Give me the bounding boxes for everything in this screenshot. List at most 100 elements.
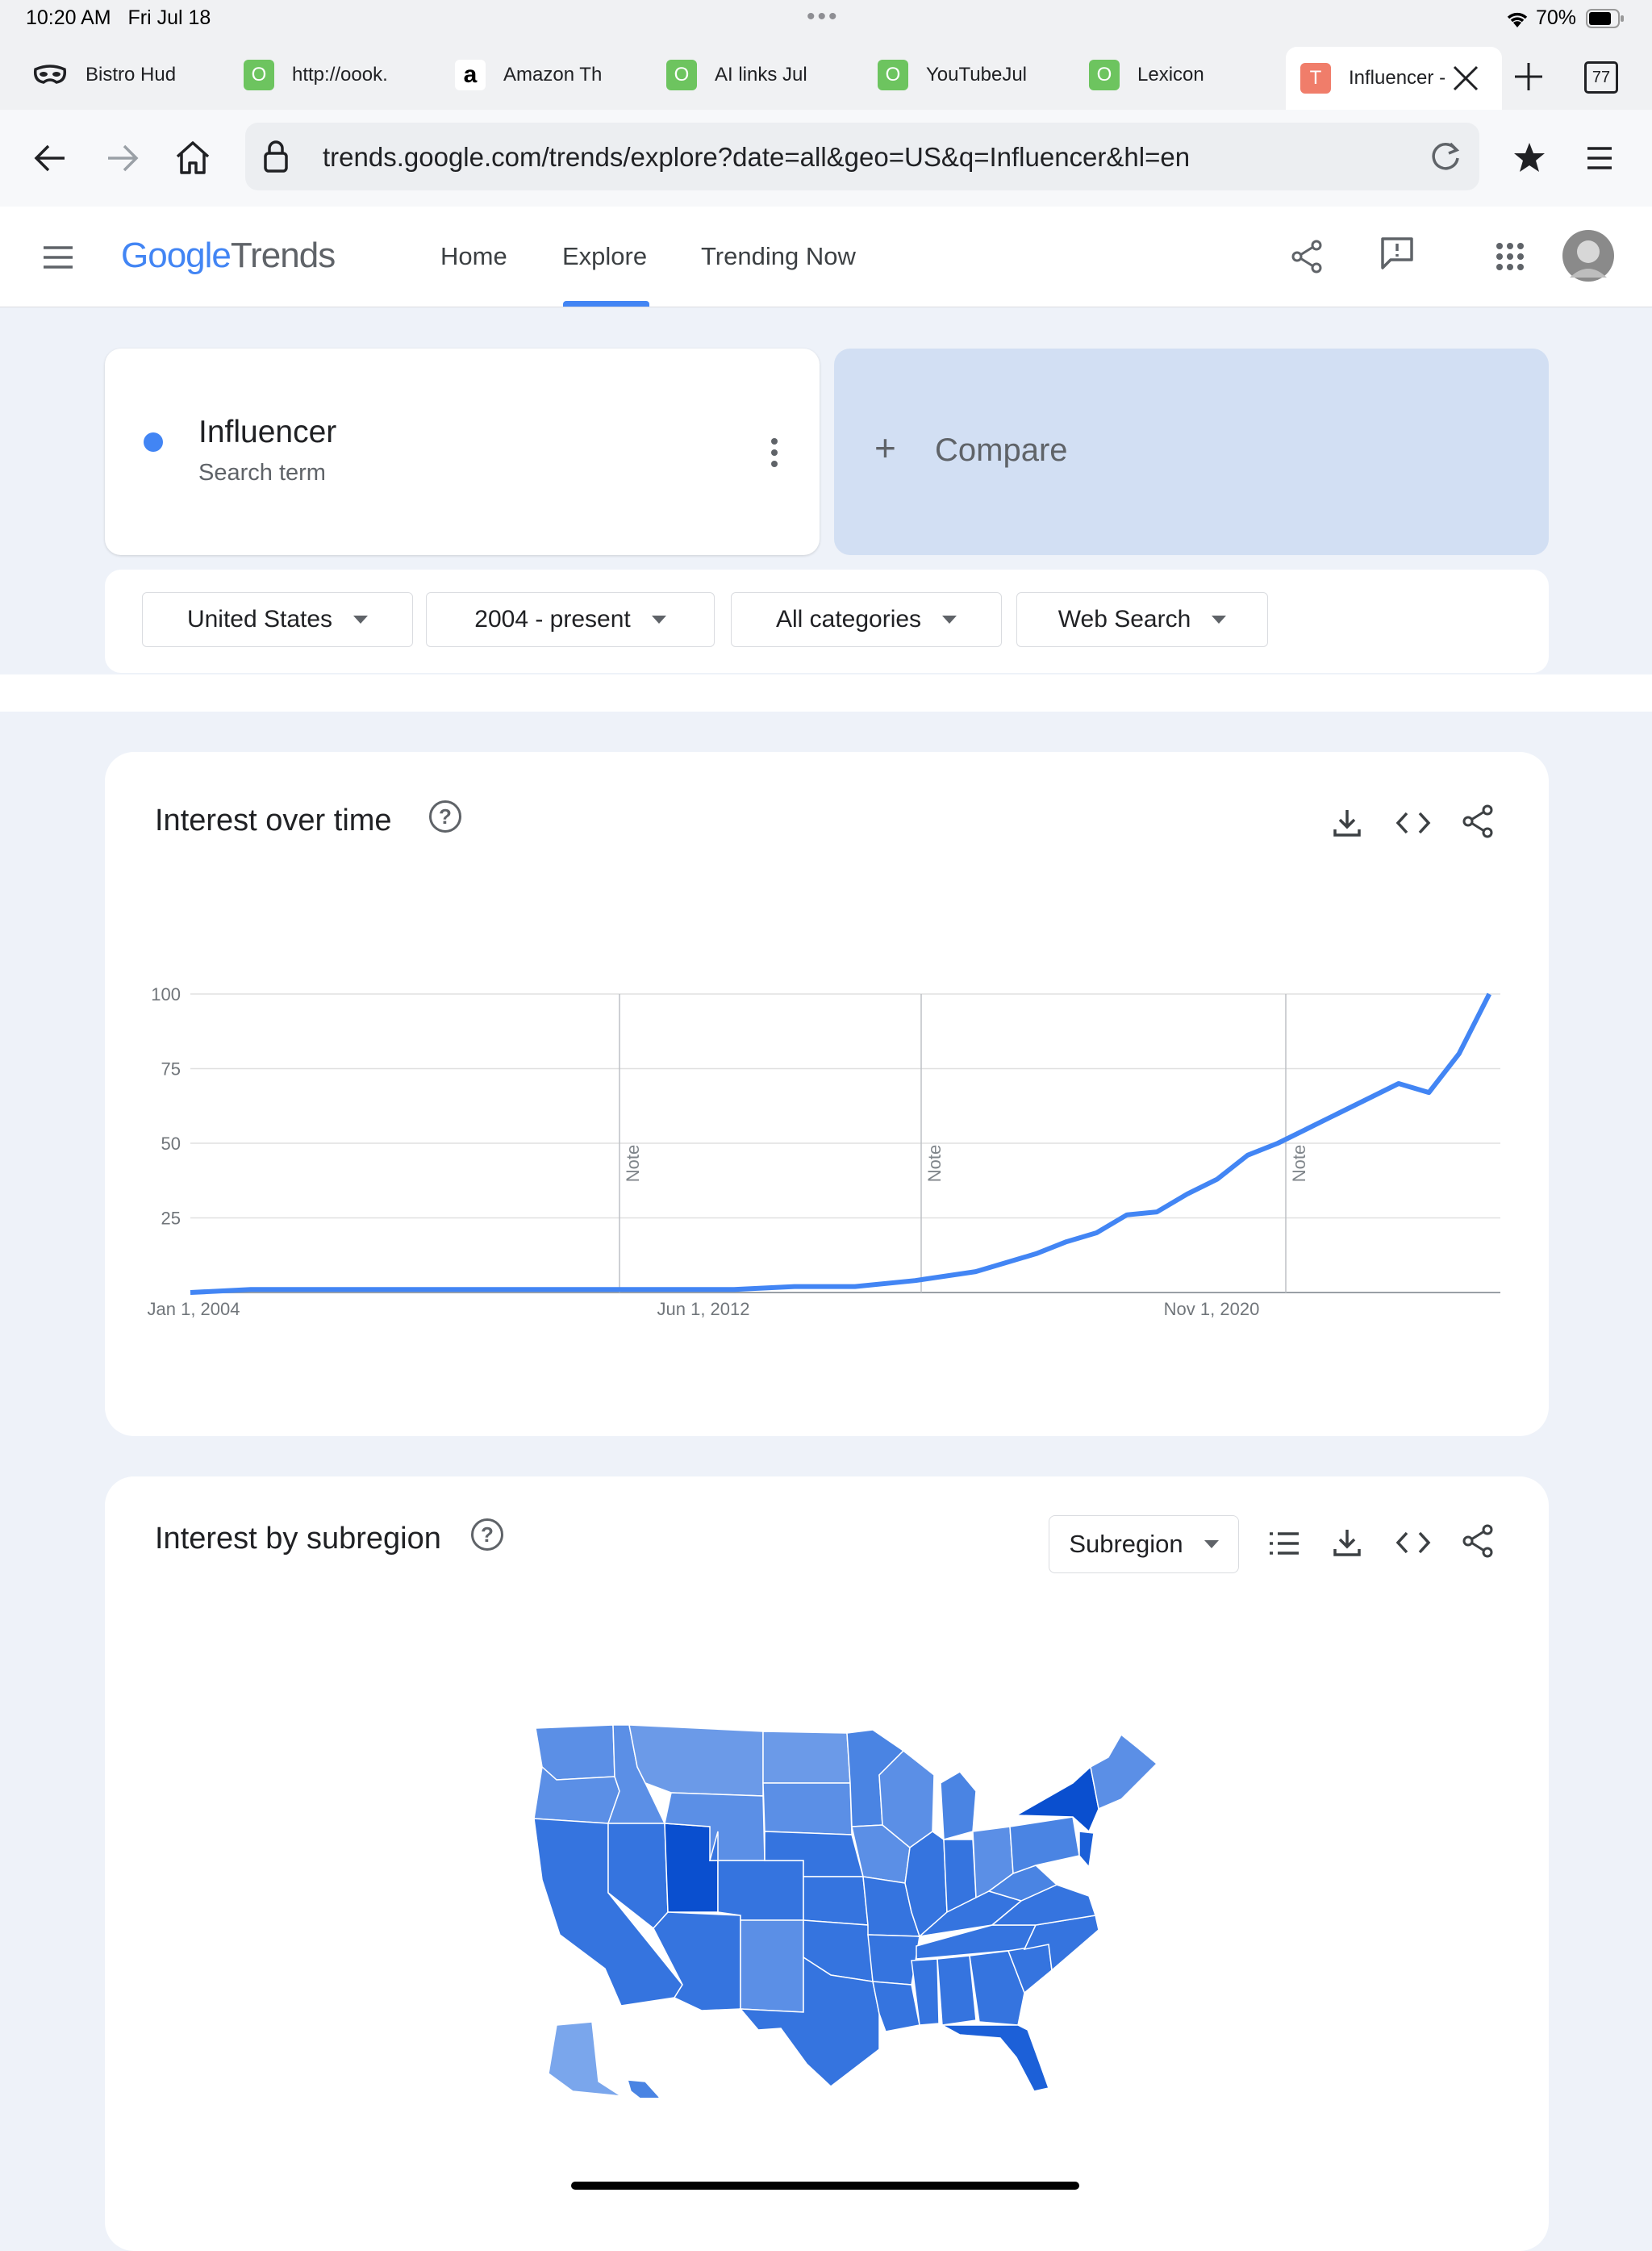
home-icon[interactable] [174, 139, 211, 176]
region-filter-label: United States [186, 606, 333, 633]
map-region-kansas [803, 1876, 869, 1926]
apps-grid-icon[interactable] [1496, 242, 1525, 271]
compare-card[interactable]: + Compare [834, 349, 1549, 555]
home-indicator [571, 2182, 1079, 2190]
y-tick-label: 75 [161, 1059, 181, 1080]
x-tick-label: Jun 1, 2012 [657, 1299, 750, 1319]
y-tick-label: 50 [161, 1134, 181, 1154]
multitask-dots-icon[interactable]: ••• [807, 3, 840, 31]
browser-tab[interactable]: Bistro Hud [32, 55, 176, 95]
category-filter-label: All categories [775, 606, 922, 633]
tab-title: Influencer - [1349, 67, 1446, 89]
map-region-new-england [1090, 1733, 1158, 1810]
amazon-icon: a [455, 60, 486, 90]
search-term-subtitle: Search term [198, 460, 326, 486]
share-icon[interactable] [1289, 239, 1325, 274]
divider-band [0, 674, 1652, 712]
avatar[interactable] [1562, 229, 1615, 282]
us-choropleth-map[interactable] [524, 1719, 1218, 2098]
interest-line-chart[interactable]: Note Note Note 100 75 50 25 Jan 1, 2004 Jun 1, … [105, 752, 1549, 1436]
list-view-icon[interactable] [1268, 1530, 1300, 1557]
browser-tab[interactable]: O YouTubeJul [878, 55, 1027, 95]
feedback-icon[interactable] [1379, 236, 1415, 271]
logo-google: Google [121, 236, 232, 275]
x-tick-label: Nov 1, 2020 [1164, 1299, 1260, 1319]
map-region-new-mexico [740, 1919, 804, 2013]
map-region-alabama [937, 1955, 977, 2026]
tab-title: Lexicon [1137, 64, 1204, 86]
more-options-icon[interactable] [770, 437, 779, 470]
tab-count-button[interactable]: 77 [1584, 61, 1618, 94]
search-type-filter[interactable]: Web Search [1016, 592, 1268, 647]
dropdown-caret-icon [1204, 1540, 1219, 1548]
interest-by-subregion-title: Interest by subregion [155, 1522, 441, 1556]
browser-tab[interactable]: a Amazon Th [455, 55, 602, 95]
time-filter[interactable]: 2004 - present [426, 592, 715, 647]
hamburger-menu-icon[interactable] [42, 245, 74, 269]
interest-by-subregion-card: Interest by subregion ? Subregion [105, 1476, 1549, 2251]
new-tab-icon[interactable] [1513, 61, 1544, 92]
y-tick-label: 25 [161, 1209, 181, 1229]
browser-tab-active[interactable]: T Influencer - [1286, 47, 1502, 110]
map-region-north-dakota [762, 1731, 851, 1784]
trends-header: GoogleTrends Home Explore Trending Now [0, 207, 1652, 307]
tab-title: YouTubeJul [926, 64, 1027, 86]
back-arrow-icon[interactable] [32, 142, 68, 174]
subregion-dropdown-label: Subregion [1069, 1530, 1183, 1558]
nav-home[interactable]: Home [440, 242, 507, 271]
tab-title: http://oook. [292, 64, 388, 86]
tab-favicon-icon: O [244, 60, 274, 90]
note-label: Note [1289, 1145, 1309, 1182]
browser-tab[interactable]: O http://oook. [244, 55, 388, 95]
reload-icon[interactable] [1429, 140, 1462, 173]
battery-percent: 70% [1536, 6, 1577, 29]
share-icon[interactable] [1460, 1523, 1496, 1559]
search-type-filter-label: Web Search [1058, 606, 1191, 633]
tab-favicon-icon: O [666, 60, 697, 90]
close-tab-icon[interactable] [1452, 65, 1479, 92]
map-region-south-dakota [762, 1782, 853, 1835]
nav-trending-now[interactable]: Trending Now [701, 242, 856, 271]
tab-title: Bistro Hud [86, 64, 177, 86]
map-region-hawaii [626, 2079, 661, 2098]
tab-favicon-icon: T [1300, 63, 1331, 94]
address-bar: trends.google.com/trends/explore?date=al… [0, 110, 1652, 207]
plus-icon: + [874, 427, 896, 469]
help-icon[interactable]: ? [471, 1518, 503, 1551]
url-text: trends.google.com/trends/explore?date=al… [323, 142, 1191, 172]
note-label: Note [924, 1145, 945, 1182]
subregion-dropdown[interactable]: Subregion [1049, 1515, 1239, 1573]
google-trends-logo[interactable]: GoogleTrends [121, 236, 336, 276]
search-term: Influencer [198, 415, 337, 449]
category-filter[interactable]: All categories [731, 592, 1002, 647]
nav-explore[interactable]: Explore [562, 242, 647, 271]
map-region-florida [941, 2024, 1049, 2092]
map-region-pennsylvania [1009, 1816, 1080, 1875]
tab-favicon-icon: O [878, 60, 908, 90]
tab-strip: Bistro Hud O http://oook. a Amazon Th O … [0, 40, 1652, 110]
dropdown-caret-icon [942, 616, 957, 624]
note-label: Note [623, 1145, 643, 1182]
url-field[interactable]: trends.google.com/trends/explore?date=al… [245, 123, 1479, 190]
dropdown-caret-icon [651, 616, 666, 624]
lock-icon [264, 140, 288, 173]
map-region-new-jersey [1078, 1831, 1095, 1869]
forward-arrow-icon[interactable] [105, 142, 140, 174]
mask-icon [33, 65, 67, 84]
dropdown-caret-icon [353, 616, 369, 624]
map-region-montana [628, 1724, 764, 1797]
dropdown-caret-icon [1212, 616, 1227, 624]
battery-icon [1586, 9, 1624, 28]
y-tick-label: 100 [151, 984, 181, 1004]
download-icon[interactable] [1331, 1526, 1363, 1559]
filter-bar: United States 2004 - present All categor… [105, 570, 1549, 673]
menu-icon[interactable] [1586, 145, 1613, 171]
browser-tab[interactable]: O Lexicon [1089, 55, 1204, 95]
active-nav-indicator [563, 301, 649, 307]
browser-tab[interactable]: O AI links Jul [666, 55, 807, 95]
search-term-card[interactable]: Influencer Search term [105, 349, 820, 555]
region-filter[interactable]: United States [142, 592, 413, 647]
tab-title: Amazon Th [503, 64, 603, 86]
embed-code-icon[interactable] [1395, 1526, 1431, 1559]
bookmark-star-icon[interactable] [1512, 140, 1547, 176]
